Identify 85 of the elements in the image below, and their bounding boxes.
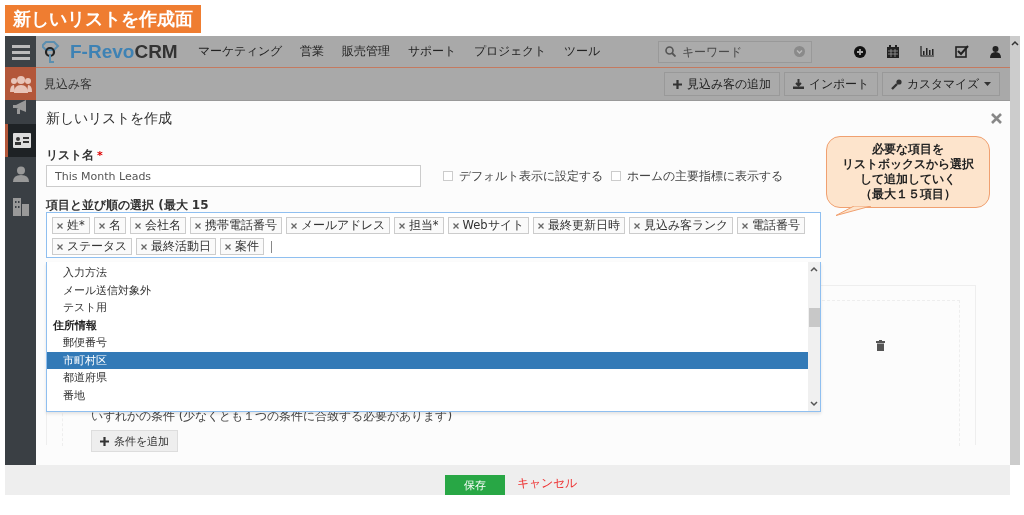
download-icon xyxy=(793,79,804,89)
remove-icon[interactable] xyxy=(225,243,231,250)
required-mark: * xyxy=(97,148,103,162)
search-icon xyxy=(664,46,676,57)
nav-menu-item[interactable]: 販売管理 xyxy=(341,43,390,60)
dropdown-option[interactable]: 番地 xyxy=(47,386,808,404)
plus-icon xyxy=(100,436,109,446)
field-tag[interactable]: 担当* xyxy=(393,217,444,234)
remove-icon[interactable] xyxy=(194,222,201,229)
dropdown-option[interactable]: 市町村区 xyxy=(47,351,808,369)
search-input[interactable]: キーワード xyxy=(679,43,790,60)
field-tag[interactable]: メールアドレス xyxy=(285,217,390,234)
field-tag[interactable]: 電話番号 xyxy=(736,217,805,234)
checkbox-icon[interactable] xyxy=(955,45,969,58)
scroll-down-icon[interactable] xyxy=(810,401,818,407)
user-icon[interactable] xyxy=(990,45,1001,58)
trash-icon[interactable] xyxy=(876,340,885,351)
dropdown-option[interactable]: メール送信対象外 xyxy=(47,281,808,299)
search-field[interactable]: キーワード xyxy=(657,40,812,63)
toolbar-button[interactable]: カスタマイズ xyxy=(882,72,1000,96)
callout-text: 必要な項目を リストボックスから選択 して追加していく （最大１５項目） xyxy=(842,142,974,202)
scroll-up-icon[interactable] xyxy=(1011,40,1019,46)
field-label: リスト名 xyxy=(46,146,94,164)
brand-logo[interactable]: F-RevoCRM xyxy=(70,40,178,63)
remove-icon[interactable] xyxy=(57,243,63,250)
nav-menu-item[interactable]: 営業 xyxy=(299,43,324,60)
remove-icon[interactable] xyxy=(633,222,640,229)
module-title: 見込み客 xyxy=(44,75,92,93)
id-card-icon xyxy=(13,133,31,148)
scroll-thumb[interactable] xyxy=(808,308,820,327)
remove-icon[interactable] xyxy=(134,222,141,229)
add-condition-button[interactable]: 条件を追加 xyxy=(91,430,178,452)
text-cursor xyxy=(271,240,272,253)
field-label: 項目と並び順の選択 (最大 15 xyxy=(46,196,209,214)
caret-icon xyxy=(984,82,991,86)
nav-menu-item[interactable]: プロジェクト xyxy=(473,43,546,60)
field-tag[interactable]: 姓* xyxy=(52,217,90,234)
field-tag[interactable]: 案件 xyxy=(220,238,264,255)
close-icon[interactable] xyxy=(991,113,1002,124)
sidebar-item[interactable] xyxy=(5,124,36,157)
field-tag[interactable]: 最終活動日 xyxy=(136,238,216,255)
wrench-icon xyxy=(891,78,902,90)
checkbox-label: デフォルト表示に設定する xyxy=(459,167,603,185)
remove-icon[interactable] xyxy=(398,222,405,229)
building-icon xyxy=(12,197,29,216)
field-tag[interactable]: 最終更新日時 xyxy=(532,217,625,234)
field-tag[interactable]: 名 xyxy=(93,217,126,234)
remove-icon[interactable] xyxy=(452,222,459,229)
remove-icon[interactable] xyxy=(57,222,63,229)
plus-icon xyxy=(673,79,682,89)
remove-icon[interactable] xyxy=(141,243,147,250)
field-tag[interactable]: 見込み客ランク xyxy=(628,217,733,234)
remove-icon[interactable] xyxy=(741,222,748,229)
dropdown-option[interactable]: 郵便番号 xyxy=(47,334,808,352)
remove-icon[interactable] xyxy=(537,222,544,229)
field-tag[interactable]: 会社名 xyxy=(129,217,186,234)
list-name-field[interactable]: This Month Leads xyxy=(46,165,421,187)
field-tag[interactable]: ステータス xyxy=(52,238,132,255)
checkbox[interactable] xyxy=(611,171,621,181)
toolbar-button[interactable]: インポート xyxy=(784,72,878,96)
calendar-icon[interactable] xyxy=(887,45,899,58)
add-icon[interactable] xyxy=(854,45,866,58)
bar-chart-icon[interactable] xyxy=(920,46,934,57)
dropdown-option[interactable]: 都道府県 xyxy=(47,369,808,387)
option-group-heading: 住所情報 xyxy=(52,317,98,334)
dropdown-option[interactable]: 入力方法 xyxy=(47,264,808,282)
nav-menu-item[interactable]: サポート xyxy=(407,43,456,60)
field-tag[interactable]: Webサイト xyxy=(447,217,529,234)
toolbar-button[interactable]: 見込み客の追加 xyxy=(664,72,780,96)
people-icon xyxy=(9,74,32,93)
checkbox-label: ホームの主要指標に表示する xyxy=(627,167,783,185)
nav-menu-item[interactable]: マーケティング xyxy=(197,43,282,60)
cancel-link[interactable]: キャンセル xyxy=(517,475,577,491)
dialog-title: 新しいリストを作成 xyxy=(46,109,172,128)
caption-label: 新しいリストを作成面 xyxy=(5,5,201,33)
field-tag[interactable]: 携帯電話番号 xyxy=(189,217,282,234)
checkbox[interactable] xyxy=(443,171,453,181)
dropdown-option[interactable]: テスト用 xyxy=(47,299,808,317)
remove-icon[interactable] xyxy=(290,222,297,229)
person-icon xyxy=(12,165,29,182)
column-select-field[interactable]: 姓* 名 会社名 携帯電話番号 メールアドレス 担当* Webサイト 最終更新日時 見込み客ランク 電話番号 ステータス 最終活動日 案件 xyxy=(46,212,821,258)
remove-icon[interactable] xyxy=(98,222,105,229)
menu-icon[interactable] xyxy=(11,43,30,60)
nav-menu-item[interactable]: ツール xyxy=(563,43,600,60)
scroll-up-icon[interactable] xyxy=(810,266,818,272)
